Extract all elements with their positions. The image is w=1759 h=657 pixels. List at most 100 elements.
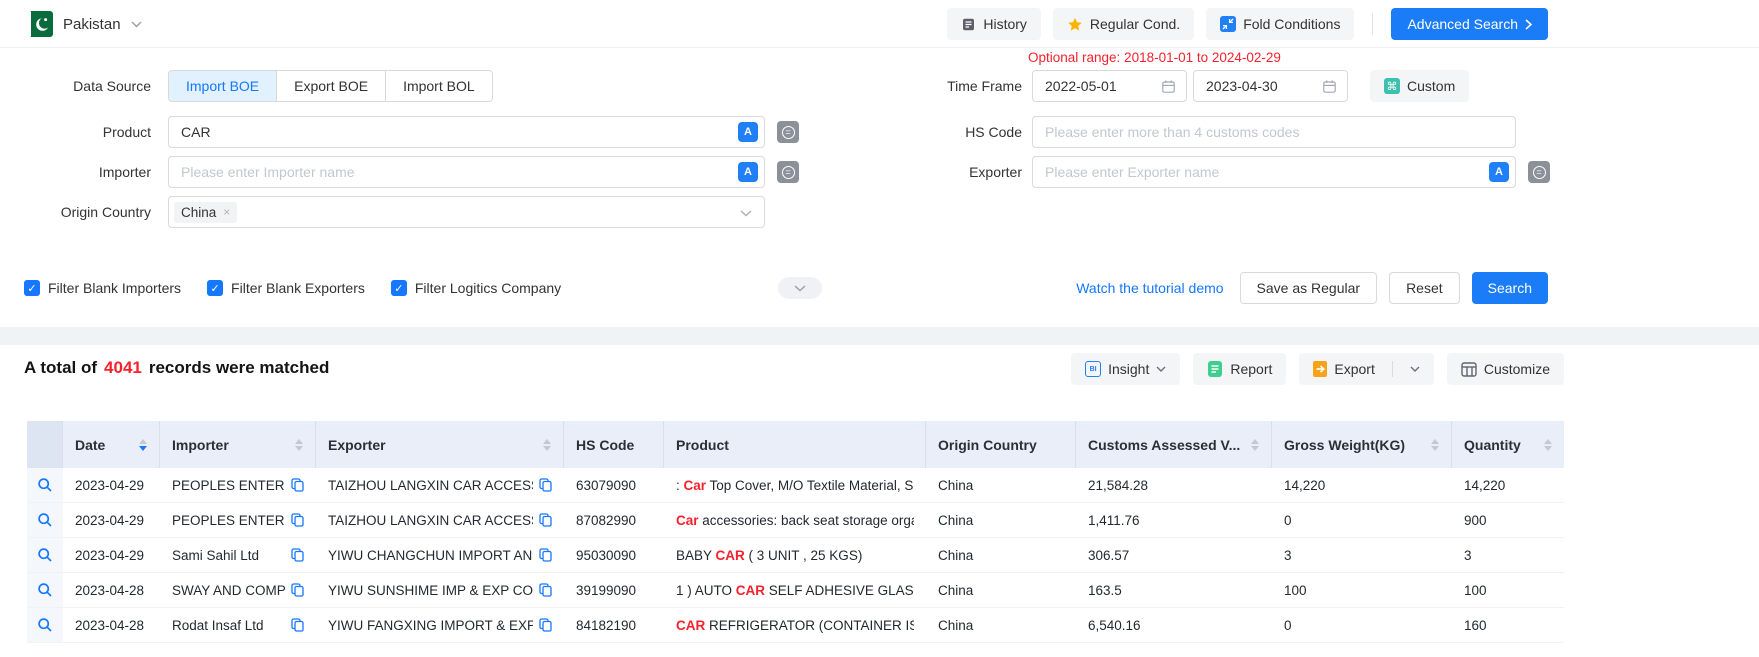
- header-search-column: [27, 421, 63, 468]
- tab-import-boe[interactable]: Import BOE: [169, 71, 277, 101]
- copy-icon[interactable]: [539, 618, 552, 632]
- magnifier-icon: [37, 547, 53, 563]
- header-date[interactable]: Date: [63, 421, 160, 468]
- optional-range-text: Optional range: 2018-01-01 to 2024-02-29: [1028, 50, 1281, 65]
- filter-blank-exporters[interactable]: ✓ Filter Blank Exporters: [207, 280, 365, 296]
- importer-cell: PEOPLES ENTERPR: [160, 468, 316, 502]
- export-button[interactable]: Export: [1299, 353, 1433, 385]
- row-detail-cell[interactable]: [27, 468, 63, 502]
- country-selector[interactable]: Pakistan: [27, 0, 142, 48]
- origin-country-select[interactable]: China ×: [168, 196, 765, 228]
- checkbox-checked-icon: ✓: [24, 280, 40, 296]
- collapse-conditions-button[interactable]: [778, 277, 822, 299]
- filter-logistics-company[interactable]: ✓ Filter Logitics Company: [391, 280, 561, 296]
- exact-match-icon[interactable]: =: [777, 161, 799, 183]
- gross-weight-cell: 0: [1272, 608, 1452, 642]
- magnifier-icon: [37, 512, 53, 528]
- row-detail-cell[interactable]: [27, 608, 63, 642]
- tutorial-demo-link[interactable]: Watch the tutorial demo: [1076, 280, 1223, 296]
- reset-button[interactable]: Reset: [1389, 272, 1460, 304]
- row-detail-cell[interactable]: [27, 538, 63, 572]
- checkbox-checked-icon: ✓: [391, 280, 407, 296]
- custom-icon: ⌘: [1384, 78, 1400, 94]
- copy-icon[interactable]: [539, 583, 552, 597]
- filter-checkboxes: ✓ Filter Blank Importers ✓ Filter Blank …: [24, 272, 561, 304]
- tag-close-icon[interactable]: ×: [223, 206, 230, 218]
- keyword-highlight: CAR: [716, 548, 745, 563]
- copy-icon[interactable]: [539, 513, 552, 527]
- report-icon: [1207, 361, 1223, 377]
- tab-export-boe[interactable]: Export BOE: [277, 71, 386, 101]
- regular-cond-button[interactable]: Regular Cond.: [1053, 8, 1194, 40]
- topbar: Pakistan History Regular Cond. Fold Cond…: [0, 0, 1759, 48]
- product-cell: : Car Top Cover, M/O Textile Material, S…: [664, 468, 926, 502]
- importer-input[interactable]: [168, 156, 765, 188]
- product-cell: 1 ) AUTO CAR SELF ADHESIVE GLASS S: [664, 573, 926, 607]
- header-product: Product: [664, 421, 926, 468]
- copy-icon[interactable]: [291, 583, 304, 597]
- header-hs-code: HS Code: [564, 421, 664, 468]
- copy-icon[interactable]: [291, 618, 304, 632]
- sort-icon[interactable]: [131, 439, 147, 451]
- checkbox-checked-icon: ✓: [207, 280, 223, 296]
- exact-match-icon[interactable]: =: [1528, 161, 1550, 183]
- customize-button[interactable]: Customize: [1447, 353, 1564, 385]
- save-as-regular-button[interactable]: Save as Regular: [1240, 272, 1378, 304]
- quantity-cell: 3: [1452, 538, 1564, 572]
- history-button[interactable]: History: [947, 8, 1041, 40]
- advanced-search-button[interactable]: Advanced Search: [1391, 8, 1548, 40]
- translate-icon[interactable]: A: [738, 162, 758, 182]
- sort-icon[interactable]: [287, 439, 303, 451]
- data-source-tabs: Import BOE Export BOE Import BOL: [168, 70, 493, 102]
- copy-icon[interactable]: [539, 548, 552, 562]
- product-cell: CAR REFRIGERATOR (CONTAINER IS S: [664, 608, 926, 642]
- translate-icon[interactable]: A: [738, 122, 758, 142]
- calendar-icon: [1322, 79, 1337, 94]
- hs-code-cell: 95030090: [564, 538, 664, 572]
- gross-weight-cell: 100: [1272, 573, 1452, 607]
- header-customs-value[interactable]: Customs Assessed V...: [1076, 421, 1272, 468]
- insight-button[interactable]: BI Insight: [1071, 353, 1180, 385]
- product-input[interactable]: [168, 116, 765, 148]
- custom-range-button[interactable]: ⌘ Custom: [1370, 70, 1469, 102]
- header-gross-weight[interactable]: Gross Weight(KG): [1272, 421, 1452, 468]
- search-button[interactable]: Search: [1472, 272, 1548, 304]
- hs-code-cell: 87082990: [564, 503, 664, 537]
- exporter-label: Exporter: [872, 156, 1022, 188]
- header-exporter[interactable]: Exporter: [316, 421, 564, 468]
- copy-icon[interactable]: [291, 478, 304, 492]
- sort-icon[interactable]: [1243, 439, 1259, 451]
- date-cell: 2023-04-29: [63, 538, 160, 572]
- date-cell: 2023-04-29: [63, 468, 160, 502]
- copy-icon[interactable]: [291, 513, 304, 527]
- keyword-highlight: CAR: [736, 583, 765, 598]
- header-quantity[interactable]: Quantity: [1452, 421, 1564, 468]
- product-cell: Car accessories: back seat storage orga: [664, 503, 926, 537]
- exporter-input[interactable]: [1032, 156, 1516, 188]
- sort-icon[interactable]: [535, 439, 551, 451]
- sort-icon[interactable]: [1423, 439, 1439, 451]
- exact-match-icon[interactable]: =: [777, 121, 799, 143]
- importer-cell: SWAY AND COMPA: [160, 573, 316, 607]
- fold-conditions-button[interactable]: Fold Conditions: [1206, 8, 1354, 40]
- filter-blank-importers[interactable]: ✓ Filter Blank Importers: [24, 280, 181, 296]
- row-detail-cell[interactable]: [27, 573, 63, 607]
- header-importer[interactable]: Importer: [160, 421, 316, 468]
- tab-import-bol[interactable]: Import BOL: [386, 71, 492, 101]
- report-button[interactable]: Report: [1193, 353, 1286, 385]
- importer-cell: Sami Sahil Ltd: [160, 538, 316, 572]
- hs-code-input[interactable]: [1032, 116, 1516, 148]
- exporter-cell: TAIZHOU LANGXIN CAR ACCESSO: [316, 503, 564, 537]
- origin-country-cell: China: [926, 573, 1076, 607]
- translate-icon[interactable]: A: [1489, 162, 1509, 182]
- date-from-field[interactable]: 2022-05-01: [1032, 70, 1187, 102]
- row-detail-cell[interactable]: [27, 503, 63, 537]
- table-body: 2023-04-29 PEOPLES ENTERPR TAIZHOU LANGX…: [27, 468, 1564, 643]
- copy-icon[interactable]: [291, 548, 304, 562]
- header-origin-country: Origin Country: [926, 421, 1076, 468]
- sort-icon[interactable]: [1536, 439, 1552, 451]
- origin-country-label: Origin Country: [0, 196, 151, 228]
- date-to-field[interactable]: 2023-04-30: [1193, 70, 1348, 102]
- results-count: 4041: [104, 358, 142, 378]
- copy-icon[interactable]: [539, 478, 552, 492]
